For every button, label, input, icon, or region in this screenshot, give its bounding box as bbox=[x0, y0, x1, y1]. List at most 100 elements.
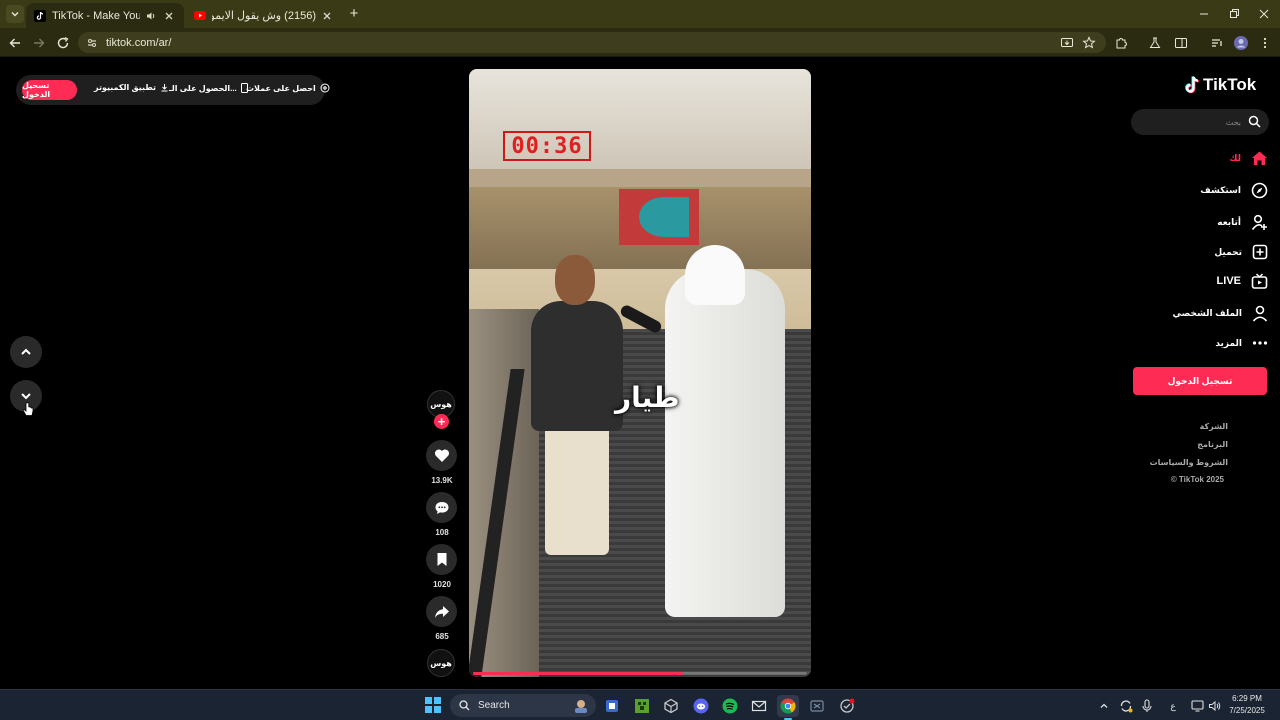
reload-icon bbox=[56, 36, 70, 50]
save-count: 1020 bbox=[433, 580, 451, 589]
site-info-icon[interactable] bbox=[86, 37, 98, 49]
tab-tiktok[interactable]: TikTok - Make Your Day bbox=[26, 3, 184, 28]
bookmark-star-button[interactable] bbox=[1080, 34, 1098, 52]
media-queue-icon bbox=[1210, 36, 1224, 50]
share-count: 685 bbox=[435, 632, 449, 641]
video-frame-person-right-head bbox=[685, 245, 745, 305]
arrow-right-icon bbox=[32, 36, 46, 50]
video-progress-bar[interactable] bbox=[473, 672, 807, 675]
extensions-button[interactable] bbox=[1112, 34, 1130, 52]
taskbar-app-files[interactable] bbox=[601, 695, 623, 717]
reload-button[interactable] bbox=[54, 34, 72, 52]
more-icon bbox=[1252, 340, 1268, 346]
taskbar-app-chrome[interactable] bbox=[777, 695, 799, 720]
search-icon[interactable] bbox=[1248, 115, 1261, 128]
taskbar-app-notification[interactable] bbox=[836, 695, 858, 717]
browser-menu-button[interactable] bbox=[1256, 34, 1274, 52]
new-tab-button[interactable]: + bbox=[346, 6, 362, 22]
minimize-icon bbox=[1196, 6, 1212, 22]
sidebar-item-live[interactable]: LIVE bbox=[1140, 270, 1268, 292]
footer-link-company[interactable]: الشركة bbox=[1108, 422, 1228, 431]
sidebar-item-label: الملف الشخصي bbox=[1172, 307, 1242, 318]
timer-text: 00:36 bbox=[511, 133, 583, 159]
speaker-icon[interactable] bbox=[144, 9, 158, 23]
tray-volume-button[interactable] bbox=[1207, 698, 1221, 714]
live-icon bbox=[1251, 273, 1268, 289]
search-box bbox=[1131, 109, 1269, 135]
comment-count: 108 bbox=[435, 528, 449, 537]
footer-link-program[interactable]: البرنامج bbox=[1108, 440, 1228, 449]
video-player[interactable]: 00:36 طيار bbox=[469, 69, 811, 677]
tab-search-button[interactable] bbox=[6, 5, 24, 23]
profile-avatar-button[interactable] bbox=[1232, 34, 1250, 52]
back-button[interactable] bbox=[6, 34, 24, 52]
footer-link-terms[interactable]: الشروط والسياسات bbox=[1108, 458, 1228, 467]
sidebar-item-label: لك bbox=[1229, 152, 1241, 163]
labs-button[interactable] bbox=[1146, 34, 1164, 52]
address-bar[interactable]: tiktok.com/ar/ bbox=[78, 32, 1106, 53]
sidebar-item-following[interactable]: أتابعه bbox=[1140, 211, 1268, 233]
chevron-down-icon bbox=[19, 389, 33, 403]
media-controls-button[interactable] bbox=[1208, 34, 1226, 52]
tray-sync-button[interactable] bbox=[1118, 698, 1134, 714]
previous-video-button[interactable] bbox=[10, 336, 42, 368]
sidebar-item-profile[interactable]: الملف الشخصي bbox=[1140, 302, 1268, 324]
sidebar-item-more[interactable]: المزيد bbox=[1140, 332, 1268, 354]
taskbar-app-spotify[interactable] bbox=[719, 695, 741, 717]
windows-logo-pane bbox=[434, 706, 441, 713]
get-app-link[interactable]: الحصول على الـ... bbox=[169, 83, 248, 93]
close-icon[interactable] bbox=[320, 9, 334, 23]
side-panel-button[interactable] bbox=[1172, 34, 1190, 52]
close-window-button[interactable] bbox=[1256, 6, 1272, 22]
heart-icon bbox=[434, 448, 450, 463]
share-button[interactable] bbox=[426, 596, 457, 627]
tiktok-logo-icon bbox=[1184, 76, 1200, 94]
sidebar-item-label: المزيد bbox=[1215, 337, 1242, 348]
minimize-button[interactable] bbox=[1196, 6, 1212, 22]
login-button[interactable]: تسجيل الدخول bbox=[22, 80, 77, 100]
clock-date: 7/25/2025 bbox=[1229, 706, 1265, 715]
taskbar-app-discord[interactable] bbox=[690, 695, 712, 717]
sidebar-item-explore[interactable]: استكشف bbox=[1140, 179, 1268, 201]
desktop-app-link[interactable]: تطبيق الكمبيوتر bbox=[94, 83, 169, 92]
video-frame-sign bbox=[639, 197, 689, 237]
like-button[interactable] bbox=[426, 440, 457, 471]
follow-button[interactable]: + bbox=[434, 414, 449, 429]
forward-button[interactable] bbox=[30, 34, 48, 52]
next-author-avatar[interactable]: هوس bbox=[427, 649, 455, 677]
tab-youtube[interactable]: (2156) وش يقول الايموجي ؟ || الـ bbox=[186, 3, 342, 28]
taskbar-app-minecraft[interactable] bbox=[631, 695, 653, 717]
bookmark-icon bbox=[436, 552, 448, 567]
xbox-box-icon bbox=[809, 698, 825, 714]
save-button[interactable] bbox=[426, 544, 457, 575]
minecraft-icon bbox=[634, 698, 650, 714]
sidebar-item-upload[interactable]: تحميل bbox=[1140, 241, 1268, 263]
close-icon[interactable] bbox=[162, 9, 176, 23]
video-frame-person-left bbox=[531, 301, 623, 431]
sidebar-login-button[interactable]: تسجيل الدخول bbox=[1133, 367, 1267, 395]
install-app-button[interactable] bbox=[1058, 34, 1076, 52]
search-highlight-icon bbox=[572, 698, 590, 714]
comment-button[interactable] bbox=[426, 492, 457, 523]
tray-microphone-button[interactable] bbox=[1140, 698, 1154, 714]
sidebar-item-label: تحميل bbox=[1214, 246, 1242, 257]
tray-overflow-button[interactable] bbox=[1097, 698, 1111, 714]
sidebar-item-label: LIVE bbox=[1216, 275, 1241, 287]
home-icon bbox=[1251, 150, 1268, 166]
taskbar-app-mail[interactable] bbox=[748, 695, 770, 717]
taskbar-app-xbox[interactable] bbox=[806, 695, 828, 717]
taskbar-search[interactable]: Search bbox=[450, 694, 596, 717]
tray-display-button[interactable] bbox=[1190, 698, 1204, 714]
taskbar-app-cube[interactable] bbox=[660, 695, 682, 717]
start-button[interactable] bbox=[425, 697, 441, 713]
sidebar-item-for-you[interactable]: لك bbox=[1140, 147, 1268, 169]
get-coins-link[interactable]: احصل على عملات bbox=[246, 83, 330, 93]
search-input[interactable] bbox=[1141, 113, 1241, 131]
restore-button[interactable] bbox=[1226, 6, 1242, 22]
tiktok-logo[interactable]: TikTok bbox=[1184, 75, 1256, 95]
top-action-bar: تسجيل الدخول تطبيق الكمبيوتر الحصول على … bbox=[16, 75, 330, 105]
avatar-icon bbox=[1233, 35, 1249, 51]
taskbar-clock[interactable]: 6:29 PM 7/25/2025 bbox=[1224, 693, 1270, 717]
tray-language-button[interactable]: ع bbox=[1166, 698, 1180, 714]
share-icon bbox=[434, 605, 450, 619]
